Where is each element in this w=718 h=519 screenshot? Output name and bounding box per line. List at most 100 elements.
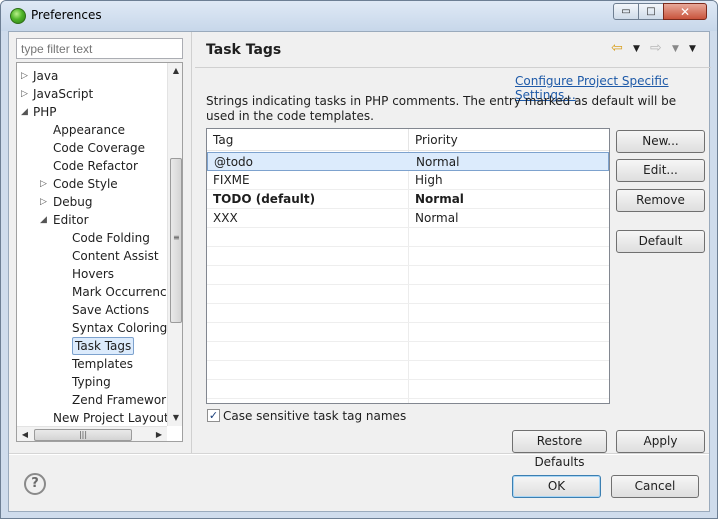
maximize-button[interactable]: □	[638, 3, 664, 20]
set-default-button[interactable]: Default	[616, 230, 705, 253]
tree-item-label: Hovers	[72, 267, 115, 281]
priority-cell: Normal	[416, 155, 460, 169]
tree-item-hovers[interactable]: Hovers	[72, 265, 114, 283]
tree-horizontal-scroll-thumb[interactable]: |||	[34, 429, 132, 441]
footer-separator-highlight	[9, 454, 709, 455]
case-sensitive-checkbox[interactable]: ✓	[207, 409, 220, 422]
tree-horizontal-scrollbar[interactable]: ◀ ||| ▶	[17, 426, 167, 441]
page-description: Strings indicating tasks in PHP comments…	[206, 94, 677, 123]
empty-table-row	[207, 266, 609, 285]
restore-defaults-button[interactable]: Restore Defaults	[512, 430, 607, 469]
column-header-priority[interactable]: Priority	[409, 129, 609, 151]
tree-item-save-actions[interactable]: Save Actions	[72, 301, 149, 319]
panel-splitter[interactable]	[191, 32, 195, 453]
tree-item-typing[interactable]: Typing	[72, 373, 111, 391]
case-sensitive-label[interactable]: Case sensitive task tag names	[223, 408, 406, 424]
tree-item-label: Editor	[53, 213, 89, 227]
edit-tag-button[interactable]: Edit...	[616, 159, 705, 182]
tree-item-new-project-layout[interactable]: New Project Layout	[53, 409, 167, 427]
tree-item-label: Content Assist	[72, 249, 159, 263]
column-header-tag[interactable]: Tag	[207, 129, 409, 151]
page-title: Task Tags	[206, 42, 282, 58]
tree-item-label: Zend Framework	[72, 393, 167, 407]
tree-item-label: Debug	[53, 195, 93, 209]
empty-table-row	[207, 247, 609, 266]
scroll-left-arrow-icon[interactable]: ◀	[17, 427, 33, 441]
back-history-dropdown-icon[interactable]: ▼	[633, 44, 640, 54]
tree-item-label: Java	[33, 69, 59, 83]
close-button[interactable]: ✕	[663, 3, 707, 20]
tree-item-templates[interactable]: Templates	[72, 355, 133, 373]
eclipse-app-icon	[10, 8, 26, 24]
table-header: Tag Priority	[207, 129, 609, 151]
tree-item-label: Templates	[72, 357, 134, 371]
tree-item-task-tags[interactable]: Task Tags	[72, 337, 135, 355]
window-title: Preferences	[31, 8, 102, 22]
tag-cell: TODO (default)	[213, 192, 316, 206]
empty-table-row	[207, 361, 609, 380]
expanded-arrow-icon[interactable]: ◢	[40, 211, 47, 229]
tag-cell: FIXME	[213, 173, 250, 187]
remove-tag-button[interactable]: Remove	[616, 189, 705, 212]
tree-vertical-scrollbar[interactable]: ▲ ≡ ▼	[167, 63, 182, 426]
scroll-down-arrow-icon[interactable]: ▼	[168, 410, 182, 426]
table-row[interactable]: FIXME High	[207, 171, 609, 190]
collapsed-arrow-icon[interactable]: ▷	[21, 67, 28, 85]
minimize-button[interactable]: ▭	[613, 3, 639, 20]
tree-item-javascript[interactable]: JavaScript	[33, 85, 93, 103]
collapsed-arrow-icon[interactable]: ▷	[21, 85, 28, 103]
new-tag-button[interactable]: New...	[616, 130, 705, 153]
filter-input[interactable]	[16, 38, 183, 59]
tree-item-label: Code Folding	[72, 231, 150, 245]
tree-item-code-style[interactable]: Code Style	[53, 175, 118, 193]
tag-cell: @todo	[214, 155, 254, 169]
collapsed-arrow-icon[interactable]: ▷	[40, 193, 47, 211]
apply-button[interactable]: Apply	[616, 430, 705, 453]
tree-item-label: PHP	[33, 105, 57, 119]
empty-table-row	[207, 285, 609, 304]
title-separator	[195, 67, 711, 68]
tree-item-java[interactable]: Java	[33, 67, 58, 85]
preferences-tree: ▷ Java ▷ JavaScript ◢ PHP Appearance Code Cover…	[16, 62, 183, 442]
tree-item-code-folding[interactable]: Code Folding	[72, 229, 150, 247]
collapsed-arrow-icon[interactable]: ▷	[40, 175, 47, 193]
scroll-up-arrow-icon[interactable]: ▲	[168, 63, 182, 79]
tree-item-mark-occurrences[interactable]: Mark Occurrences	[72, 283, 167, 301]
ok-button[interactable]: OK	[512, 475, 601, 498]
tree-item-php[interactable]: PHP	[33, 103, 57, 121]
table-row[interactable]: TODO (default) Normal	[207, 190, 609, 209]
tree-item-label: Task Tags	[72, 337, 135, 355]
view-menu-icon[interactable]: ▼	[689, 44, 696, 54]
tree-item-content-assist[interactable]: Content Assist	[72, 247, 159, 265]
scroll-right-arrow-icon[interactable]: ▶	[151, 427, 167, 441]
empty-table-row	[207, 228, 609, 247]
tree-item-code-coverage[interactable]: Code Coverage	[53, 139, 145, 157]
tree-vertical-scroll-thumb[interactable]: ≡	[170, 158, 182, 323]
tree-item-label: New Project Layout	[53, 411, 167, 425]
empty-table-row	[207, 342, 609, 361]
tree-item-appearance[interactable]: Appearance	[53, 121, 125, 139]
empty-table-row	[207, 323, 609, 342]
title-bar: Preferences ▭ □ ✕	[1, 1, 717, 31]
table-row[interactable]: @todo Normal	[207, 152, 609, 171]
tree-item-syntax-coloring[interactable]: Syntax Coloring	[72, 319, 167, 337]
tree-item-debug[interactable]: Debug	[53, 193, 92, 211]
tree-viewport: ▷ Java ▷ JavaScript ◢ PHP Appearance Code Cover…	[17, 63, 167, 441]
cancel-button[interactable]: Cancel	[611, 475, 699, 498]
help-icon[interactable]: ?	[24, 473, 46, 495]
empty-table-row	[207, 380, 609, 399]
expanded-arrow-icon[interactable]: ◢	[21, 103, 28, 121]
tree-item-editor[interactable]: Editor	[53, 211, 89, 229]
tree-item-label: Mark Occurrences	[72, 285, 167, 299]
table-row[interactable]: XXX Normal	[207, 209, 609, 228]
tree-item-label: Typing	[72, 375, 111, 389]
forward-arrow-icon[interactable]: ⇨	[650, 40, 662, 56]
tree-item-label: Code Coverage	[53, 141, 146, 155]
tree-item-label: JavaScript	[33, 87, 94, 101]
dialog-client-area: ▷ Java ▷ JavaScript ◢ PHP Appearance Code Cover…	[8, 31, 711, 512]
tree-item-code-refactor[interactable]: Code Refactor	[53, 157, 138, 175]
forward-history-dropdown-icon[interactable]: ▼	[672, 44, 679, 54]
priority-cell: Normal	[415, 211, 459, 225]
back-arrow-icon[interactable]: ⇦	[611, 40, 623, 56]
tree-item-zend-framework[interactable]: Zend Framework	[72, 391, 167, 409]
